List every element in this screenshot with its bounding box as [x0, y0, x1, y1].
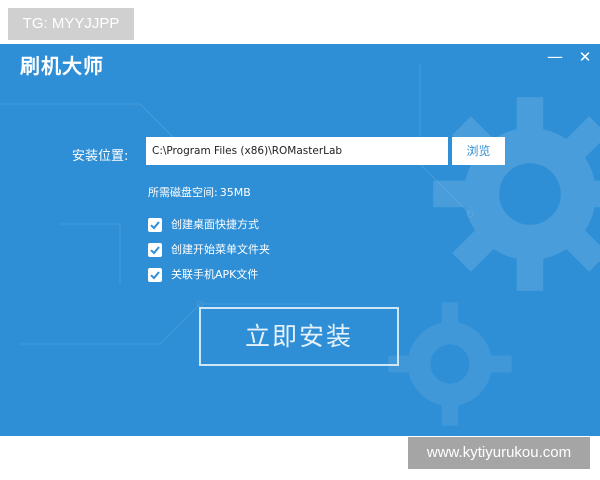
option-label: 关联手机APK文件 [171, 268, 259, 281]
watermark-top-left: TG: MYYJJPP [8, 8, 134, 40]
watermark-bottom-right: www.kytiyurukou.com [408, 437, 590, 469]
installer-window: 刷机大师 — ✕ 安装位置: 浏览 所需磁盘空间:35MB 创建桌面快捷方式 创… [0, 44, 600, 436]
checkmark-icon [150, 221, 160, 230]
checkmark-icon [150, 271, 160, 280]
checkbox-associate-apk[interactable] [148, 268, 162, 282]
checkbox-desktop-shortcut[interactable] [148, 218, 162, 232]
install-path-input[interactable] [146, 137, 448, 165]
close-icon[interactable]: ✕ [574, 46, 596, 68]
checkbox-start-menu-folder[interactable] [148, 243, 162, 257]
disk-space-info: 所需磁盘空间: 35MB [148, 184, 251, 200]
gear-background-icon-small [388, 302, 512, 426]
install-location-label: 安装位置: [72, 149, 129, 164]
disk-space-label: 所需磁盘空间: [148, 186, 218, 199]
checkmark-icon [150, 246, 160, 255]
option-label: 创建开始菜单文件夹 [171, 243, 270, 256]
browse-button[interactable]: 浏览 [452, 137, 505, 165]
install-now-button[interactable]: 立即安装 [199, 307, 399, 366]
app-title: 刷机大师 [20, 54, 104, 78]
disk-space-value: 35MB [219, 186, 251, 199]
minimize-icon[interactable]: — [544, 46, 566, 68]
option-label: 创建桌面快捷方式 [171, 218, 259, 231]
gear-background-icon [433, 97, 600, 291]
